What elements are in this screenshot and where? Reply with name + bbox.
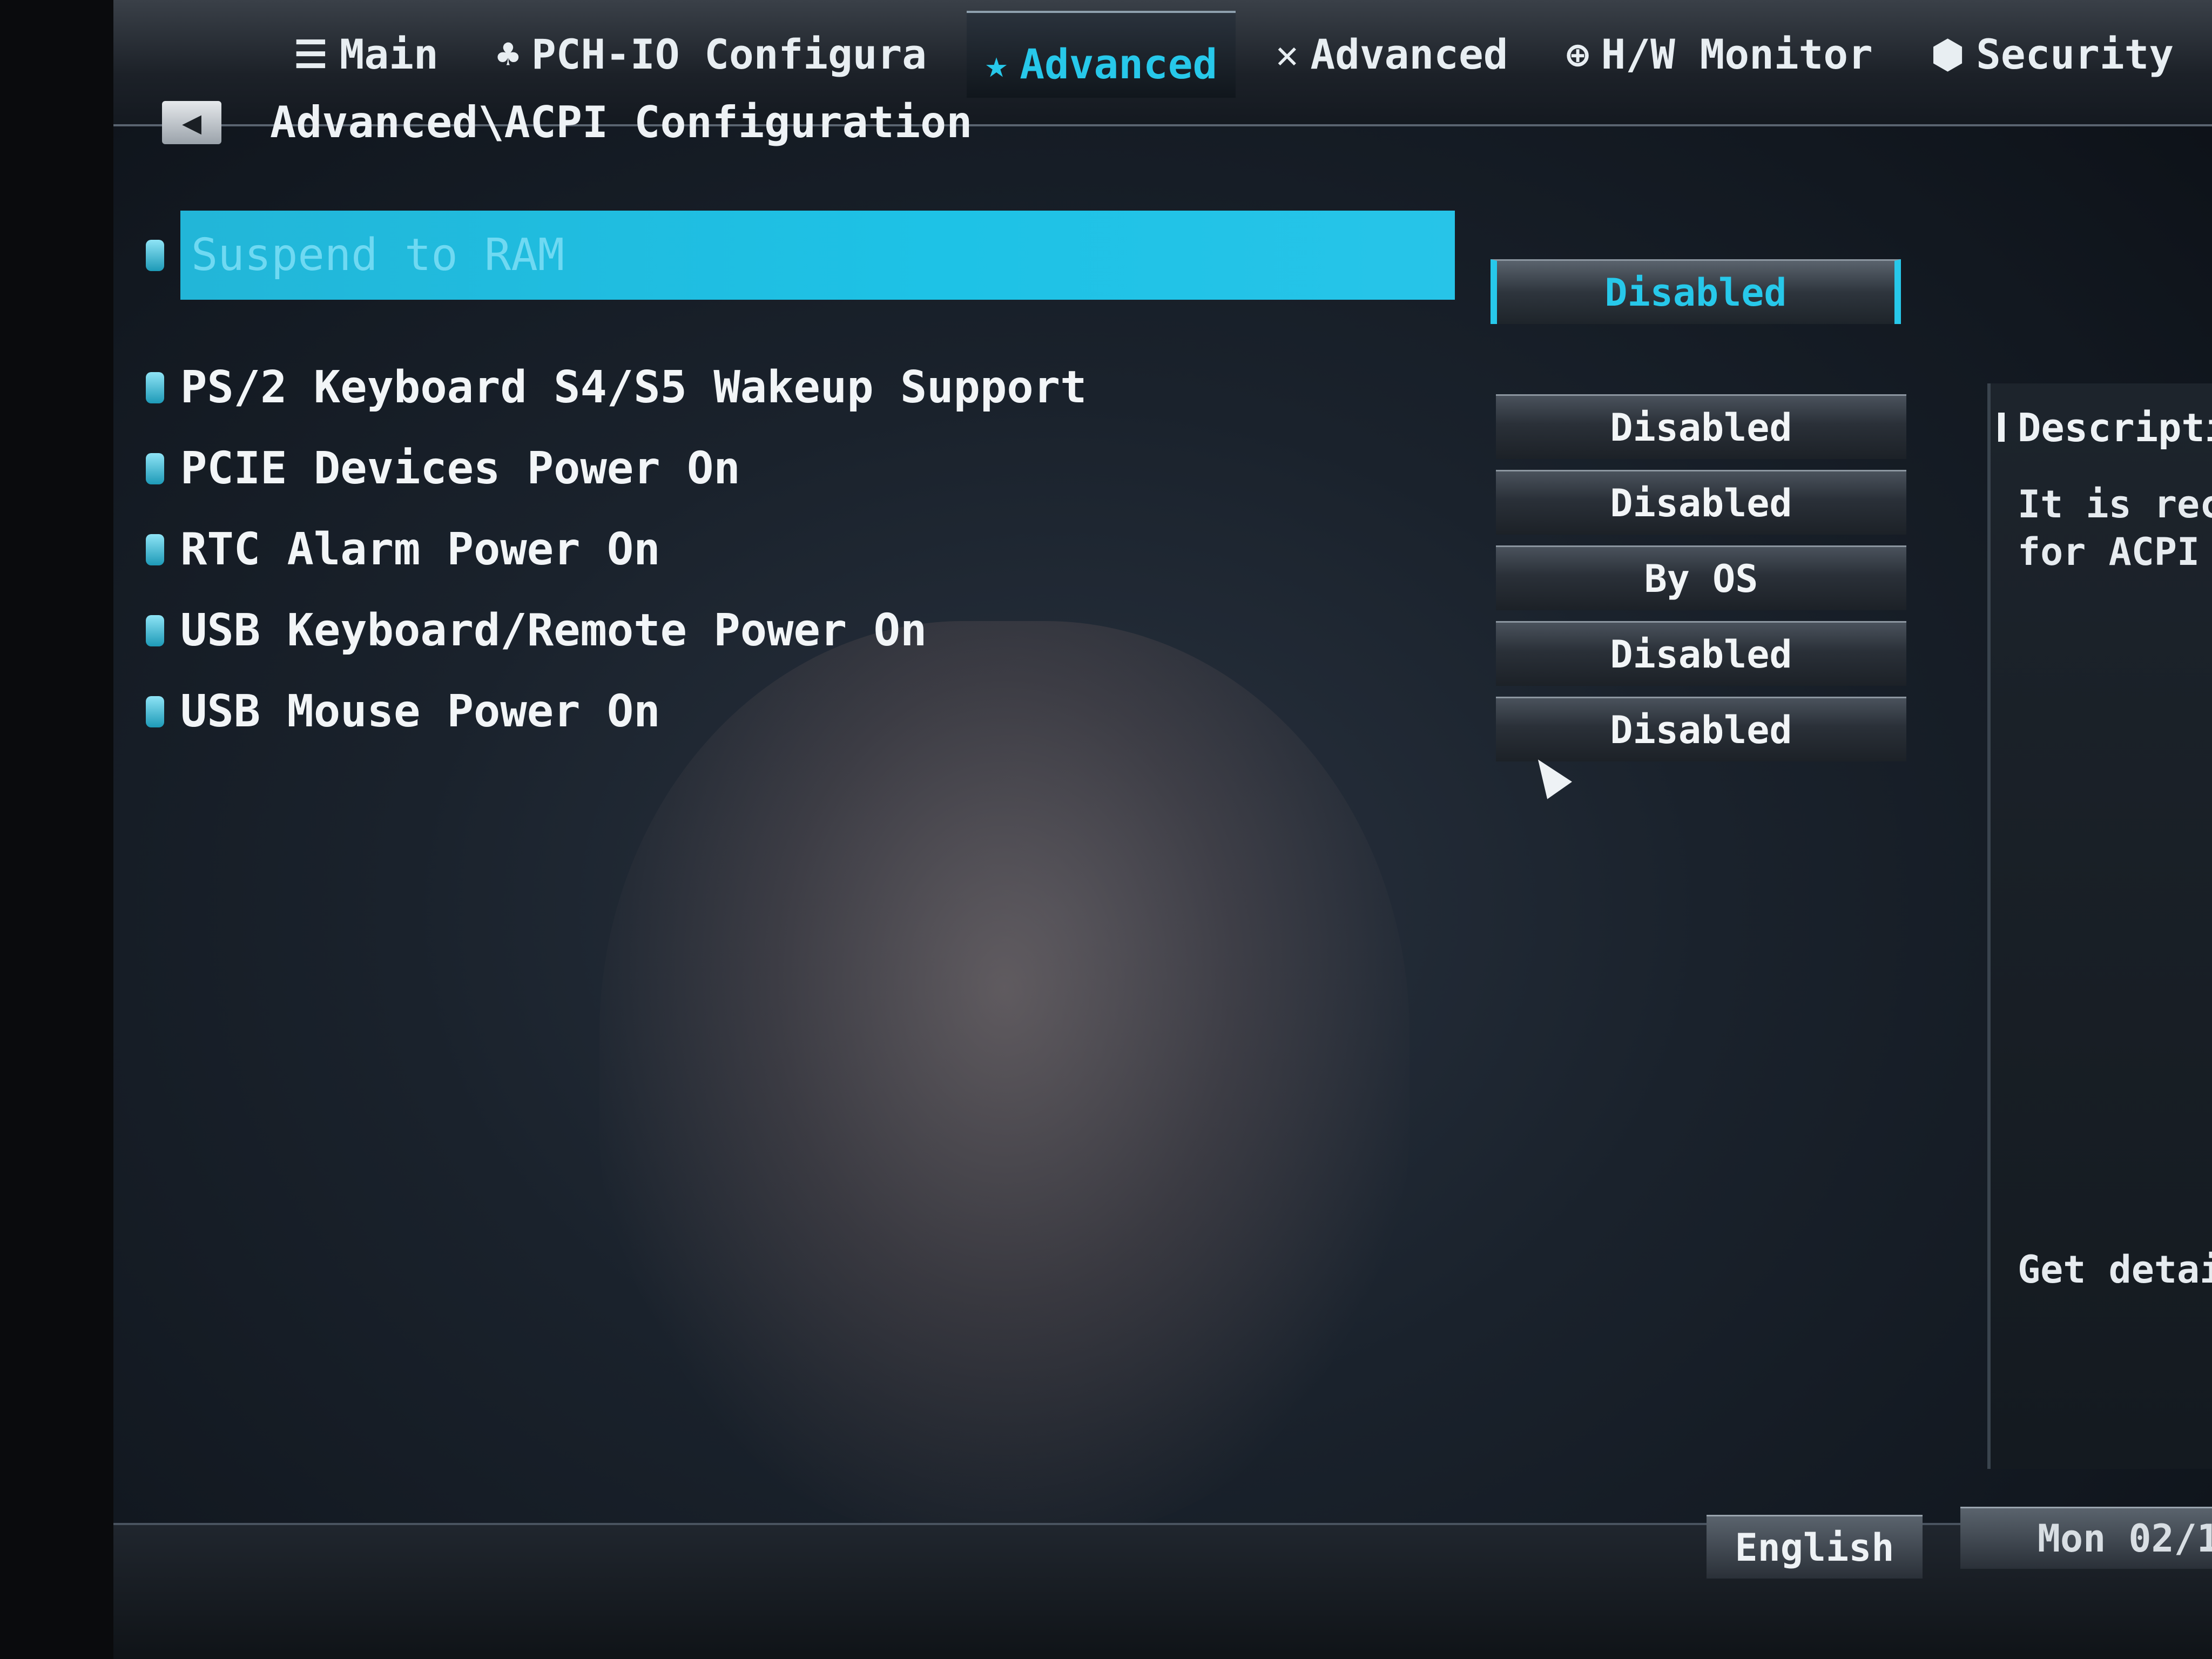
tools-icon: ✕ xyxy=(1276,32,1299,77)
setting-row-rtc-alarm[interactable]: RTC Alarm Power On xyxy=(146,524,660,575)
star-icon: ★ xyxy=(985,42,1008,86)
setting-row-suspend-to-ram[interactable]: Suspend to RAM xyxy=(146,211,1455,300)
tab-label: Advanced xyxy=(1020,40,1218,88)
setting-label: RTC Alarm Power On xyxy=(180,524,660,575)
bios-screen: ☰ Main ♣ PCH-IO Configura ★ Advanced ✕ A… xyxy=(113,0,2212,1659)
bullet-icon xyxy=(146,696,164,727)
description-title: Descriptio xyxy=(1998,405,2212,450)
bullet-icon xyxy=(146,239,164,271)
date-display: Mon 02/1 xyxy=(1960,1507,2212,1569)
tab-pch-io-configuration[interactable]: ♣ PCH-IO Configura xyxy=(478,11,945,98)
bullet-icon xyxy=(146,453,164,484)
description-panel: Descriptio It is recon for ACPI S3 Get d… xyxy=(1987,383,2212,1469)
description-text: It is recon for ACPI S3 xyxy=(2018,481,2212,576)
selected-row-highlight: Suspend to RAM xyxy=(180,211,1455,300)
language-button[interactable]: English xyxy=(1707,1515,1923,1579)
bullet-icon xyxy=(146,372,164,403)
bullet-icon xyxy=(146,615,164,646)
back-arrow-icon: ◀ xyxy=(181,103,202,141)
setting-row-usb-mouse-power-on[interactable]: USB Mouse Power On xyxy=(146,686,660,737)
description-line: for ACPI S3 xyxy=(2018,530,2212,574)
setting-label: Suspend to RAM xyxy=(191,230,565,281)
value-usb-keyboard-power-on[interactable]: Disabled xyxy=(1496,621,1906,686)
list-icon: ☰ xyxy=(294,32,328,77)
description-line: It is recon xyxy=(2018,482,2212,527)
setting-label: USB Keyboard/Remote Power On xyxy=(180,605,927,656)
tree-icon: ♣ xyxy=(496,32,520,77)
value-rtc-alarm[interactable]: By OS xyxy=(1496,545,1906,610)
monitor-icon: ⊕ xyxy=(1566,32,1589,77)
breadcrumb: Advanced\ACPI Configuration xyxy=(270,97,973,147)
tab-hw-monitor[interactable]: ⊕ H/W Monitor xyxy=(1548,11,1891,98)
reflection-smudge xyxy=(599,621,1410,1539)
setting-label: PCIE Devices Power On xyxy=(180,443,740,494)
tab-label: Security xyxy=(1976,30,2174,78)
bullet-icon xyxy=(146,534,164,565)
tab-strip: ☰ Main ♣ PCH-IO Configura ★ Advanced ✕ A… xyxy=(275,11,2192,98)
tab-security[interactable]: ⬢ Security xyxy=(1913,11,2192,98)
value-ps2-wakeup[interactable]: Disabled xyxy=(1496,394,1906,459)
setting-label: USB Mouse Power On xyxy=(180,686,660,737)
get-details-link[interactable]: Get details xyxy=(2018,1247,2212,1292)
tab-main[interactable]: ☰ Main xyxy=(275,11,457,98)
tab-advanced-active[interactable]: ★ Advanced xyxy=(967,11,1236,98)
value-usb-mouse-power-on[interactable]: Disabled xyxy=(1496,697,1906,761)
setting-row-pcie-power-on[interactable]: PCIE Devices Power On xyxy=(146,443,740,494)
tab-label: PCH-IO Configura xyxy=(531,30,927,78)
breadcrumb-row: ◀ Advanced\ACPI Configuration xyxy=(162,97,972,147)
setting-row-usb-keyboard-power-on[interactable]: USB Keyboard/Remote Power On xyxy=(146,605,927,656)
tab-advanced-tools[interactable]: ✕ Advanced xyxy=(1257,11,1526,98)
tab-label: Main xyxy=(339,30,439,78)
back-button[interactable]: ◀ xyxy=(162,100,221,144)
shield-icon: ⬢ xyxy=(1931,32,1965,77)
setting-label: PS/2 Keyboard S4/S5 Wakeup Support xyxy=(180,362,1087,413)
setting-row-ps2-wakeup[interactable]: PS/2 Keyboard S4/S5 Wakeup Support xyxy=(146,362,1087,413)
tab-label: Advanced xyxy=(1310,30,1508,78)
tab-label: H/W Monitor xyxy=(1601,30,1873,78)
value-pcie-power-on[interactable]: Disabled xyxy=(1496,470,1906,535)
value-suspend-to-ram[interactable]: Disabled xyxy=(1491,259,1901,324)
